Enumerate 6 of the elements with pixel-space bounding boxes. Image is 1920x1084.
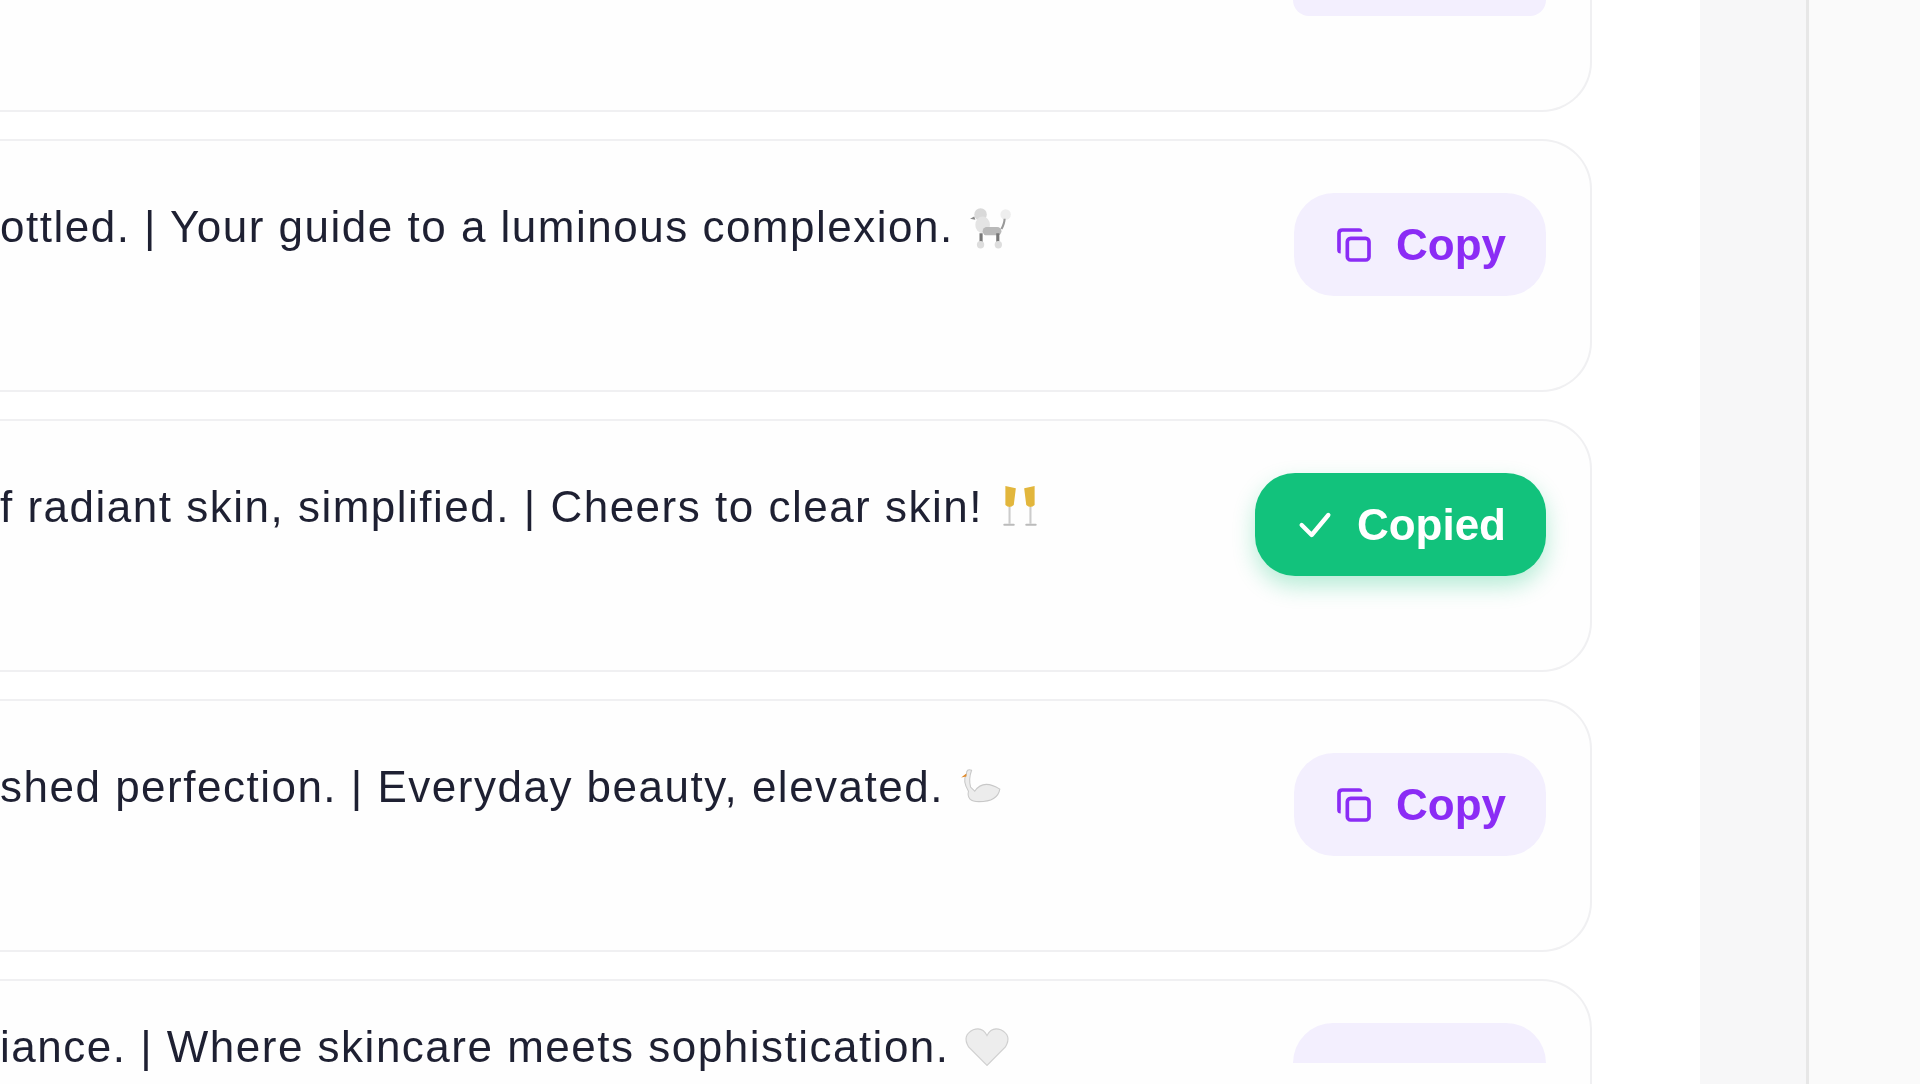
caption-text: ottled. | Your guide to a luminous complexion.	[0, 201, 954, 253]
copy-button[interactable]: Copy	[1294, 193, 1546, 296]
caption-text: f radiant skin, simplified. | Cheers to clear skin!	[0, 481, 983, 533]
caption-text: iance. | Where skincare meets sophistication.	[0, 1021, 950, 1073]
caption-text: shed perfection. | Everyday beauty, elevated.	[0, 761, 944, 813]
copy-button[interactable]: Copy	[1294, 753, 1546, 856]
